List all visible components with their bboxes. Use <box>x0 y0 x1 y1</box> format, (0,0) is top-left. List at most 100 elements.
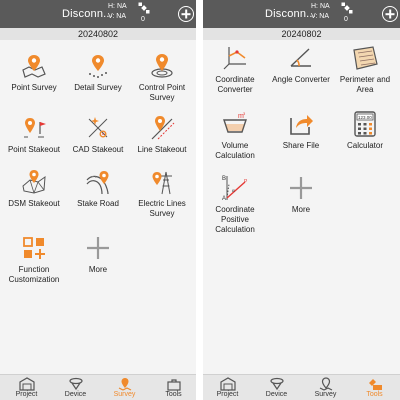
calculator-icon: 123.00 <box>354 111 376 137</box>
coordinate-converter-label: Coordinate Converter <box>215 75 255 94</box>
svg-text:α: α <box>232 189 235 194</box>
toolbox-icon <box>368 379 382 390</box>
more-label: More <box>88 265 108 274</box>
line-stakeout-button[interactable]: Line Stakeout <box>130 114 194 155</box>
add-button[interactable] <box>382 6 398 22</box>
satellite-icon <box>341 2 353 14</box>
receiver-icon <box>68 377 83 391</box>
dsm-stakeout-button[interactable]: DSM Stakeout <box>2 168 66 209</box>
coordinate-converter-button[interactable]: Coordinate Converter <box>203 44 267 95</box>
status-bar: Disconn... H: NA V: NA 0 <box>203 0 400 28</box>
plus-icon <box>290 177 312 199</box>
h-precision: H: NA <box>311 3 330 10</box>
volume-calculation-button[interactable]: m 3 Volume Calculation <box>203 110 267 161</box>
share-arrow-icon <box>290 115 313 135</box>
bottom-tab-bar: Project Device Survey Tools <box>203 374 400 400</box>
cad-stakeout-button[interactable]: CAD Stakeout <box>66 114 130 155</box>
map-pin-on-map-icon <box>22 55 46 78</box>
warehouse-icon <box>219 377 236 391</box>
satellite-count: 0 <box>344 16 348 23</box>
tab-survey[interactable]: Survey <box>301 375 350 400</box>
more-label: More <box>291 205 311 214</box>
svg-text:P: P <box>244 179 248 185</box>
pin-on-target-icon <box>151 54 173 78</box>
angle-converter-label: Angle Converter <box>272 75 330 84</box>
tools-screen: Disconn... H: NA V: NA 0 20240802 Coordi… <box>203 0 400 400</box>
calculator-display: 123.00 <box>358 115 372 120</box>
function-customization-label: Function Customization <box>8 265 60 284</box>
point-stakeout-button[interactable]: Point Stakeout <box>2 114 66 155</box>
coordinate-positive-calculation-label: Coordinate Positive Calculation <box>215 205 255 234</box>
point-stakeout-label: Point Stakeout <box>7 145 61 154</box>
precision-readout: H: NA V: NA <box>311 2 330 22</box>
tab-survey-label: Survey <box>113 391 136 398</box>
land-parcel-icon <box>353 46 378 70</box>
project-date: 20240802 <box>203 28 400 40</box>
control-point-survey-button[interactable]: Control Point Survey <box>130 52 194 103</box>
status-bar: Disconn... H: NA V: NA 0 <box>0 0 196 28</box>
point-survey-button[interactable]: Point Survey <box>2 52 66 93</box>
tab-tools-label: Tools <box>366 391 383 398</box>
svg-text:3: 3 <box>243 111 246 116</box>
stake-road-label: Stake Road <box>77 199 119 208</box>
tab-project[interactable]: Project <box>2 375 51 400</box>
tab-project[interactable]: Project <box>203 375 252 400</box>
cad-stakeout-label: CAD Stakeout <box>72 145 124 154</box>
share-file-label: Share File <box>282 141 320 150</box>
detail-survey-button[interactable]: Detail Survey <box>66 52 130 93</box>
calculator-button[interactable]: 123.00 Calculator <box>333 110 397 151</box>
tab-project-label: Project <box>216 391 239 398</box>
v-precision: V: NA <box>311 13 330 20</box>
tab-survey-label: Survey <box>314 391 337 398</box>
volume-calculation-label: Volume Calculation <box>215 141 255 160</box>
electric-lines-survey-button[interactable]: Electric Lines Survey <box>130 168 194 219</box>
coordinate-positive-calculation-button[interactable]: B A P α Coordinate Positive Calculation <box>203 174 267 235</box>
tab-device-label: Device <box>64 391 87 398</box>
tab-device[interactable]: Device <box>252 375 301 400</box>
cad-crosshair-icon <box>88 117 108 138</box>
screen-divider <box>196 0 203 400</box>
share-file-button[interactable]: Share File <box>269 110 333 151</box>
tab-tools[interactable]: Tools <box>350 375 399 400</box>
tab-device[interactable]: Device <box>51 375 100 400</box>
satellite-icon <box>138 2 150 14</box>
pin-on-line-icon <box>151 116 175 140</box>
tab-project-label: Project <box>15 391 38 398</box>
angle-converter-button[interactable]: Angle Converter <box>269 44 333 85</box>
angle-icon <box>290 48 311 67</box>
h-precision: H: NA <box>108 3 127 10</box>
volume-basin-icon: m 3 <box>223 111 247 133</box>
add-button[interactable] <box>178 6 194 22</box>
connection-status[interactable]: Disconn... <box>62 8 113 20</box>
precision-readout: H: NA V: NA <box>108 2 127 22</box>
dsm-mesh-pin-icon <box>22 170 46 194</box>
detail-survey-label: Detail Survey <box>74 83 122 92</box>
svg-text:B: B <box>222 176 226 182</box>
function-customization-button[interactable]: Function Customization <box>2 234 66 285</box>
survey-pin-icon <box>118 378 131 391</box>
coordinate-axes-icon <box>223 47 246 70</box>
more-button[interactable]: More <box>66 234 130 275</box>
svg-text:A: A <box>222 196 226 202</box>
pin-with-flag-icon <box>24 118 46 138</box>
power-tower-pin-icon <box>152 171 172 195</box>
receiver-icon <box>269 377 284 391</box>
toolbox-icon <box>166 379 181 391</box>
electric-lines-survey-label: Electric Lines Survey <box>138 199 186 218</box>
line-stakeout-label: Line Stakeout <box>137 145 187 154</box>
more-button[interactable]: More <box>269 174 333 215</box>
warehouse-icon <box>18 377 35 391</box>
tab-tools[interactable]: Tools <box>149 375 196 400</box>
connection-status[interactable]: Disconn... <box>265 8 316 20</box>
tab-survey[interactable]: Survey <box>100 375 149 400</box>
calculator-label: Calculator <box>346 141 383 150</box>
satellite-count: 0 <box>141 16 145 23</box>
perimeter-and-area-label: Perimeter and Area <box>339 75 391 94</box>
coordinate-calc-icon: B A P α <box>222 176 248 202</box>
v-precision: V: NA <box>108 13 127 20</box>
pin-with-points-icon <box>89 55 107 78</box>
stake-road-button[interactable]: Stake Road <box>66 168 130 209</box>
perimeter-and-area-button[interactable]: Perimeter and Area <box>333 44 397 95</box>
plus-icon <box>87 237 109 259</box>
tab-device-label: Device <box>265 391 288 398</box>
